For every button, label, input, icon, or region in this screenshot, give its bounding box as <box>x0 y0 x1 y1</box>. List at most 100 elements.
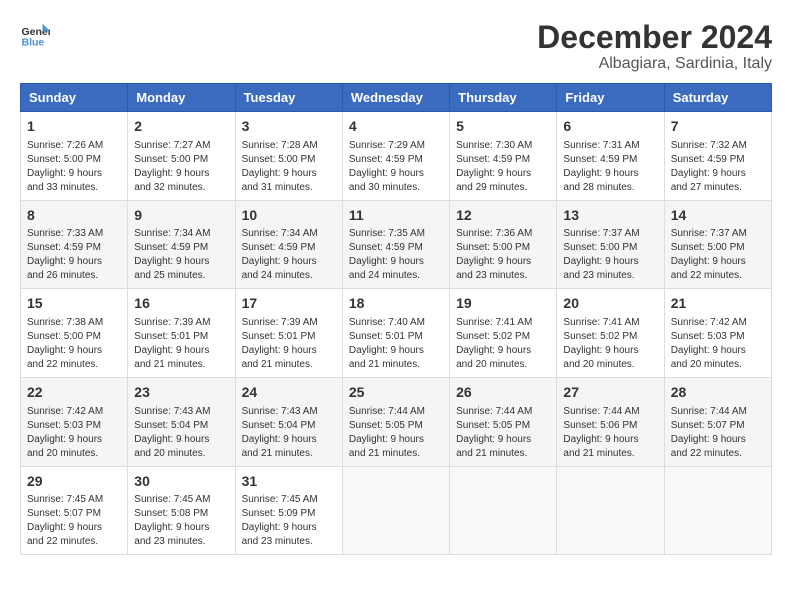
day-info: Sunrise: 7:41 AMSunset: 5:02 PMDaylight:… <box>563 317 639 370</box>
day-number: 12 <box>456 206 550 226</box>
day-info: Sunrise: 7:44 AMSunset: 5:07 PMDaylight:… <box>671 406 747 459</box>
day-number: 9 <box>134 206 228 226</box>
day-info: Sunrise: 7:37 AMSunset: 5:00 PMDaylight:… <box>671 228 747 281</box>
calendar-table: SundayMondayTuesdayWednesdayThursdayFrid… <box>20 83 772 555</box>
day-number: 5 <box>456 117 550 137</box>
day-info: Sunrise: 7:26 AMSunset: 5:00 PMDaylight:… <box>27 140 103 193</box>
day-cell: 4Sunrise: 7:29 AMSunset: 4:59 PMDaylight… <box>342 112 449 201</box>
day-cell <box>557 466 664 555</box>
day-info: Sunrise: 7:43 AMSunset: 5:04 PMDaylight:… <box>242 406 318 459</box>
day-info: Sunrise: 7:32 AMSunset: 4:59 PMDaylight:… <box>671 140 747 193</box>
day-info: Sunrise: 7:38 AMSunset: 5:00 PMDaylight:… <box>27 317 103 370</box>
day-info: Sunrise: 7:45 AMSunset: 5:08 PMDaylight:… <box>134 494 210 547</box>
day-info: Sunrise: 7:41 AMSunset: 5:02 PMDaylight:… <box>456 317 532 370</box>
day-number: 27 <box>563 383 657 403</box>
day-info: Sunrise: 7:31 AMSunset: 4:59 PMDaylight:… <box>563 140 639 193</box>
weekday-friday: Friday <box>557 84 664 112</box>
day-cell: 26 Sunrise: 7:44 AMSunset: 5:05 PMDayligh… <box>450 377 557 466</box>
day-info: Sunrise: 7:44 AMSunset: 5:05 PMDaylight:… <box>349 406 425 459</box>
week-row-4: 22 Sunrise: 7:42 AMSunset: 5:03 PMDayligh… <box>21 377 772 466</box>
day-info: Sunrise: 7:42 AMSunset: 5:03 PMDaylight:… <box>27 406 103 459</box>
week-row-1: 1Sunrise: 7:26 AMSunset: 5:00 PMDaylight… <box>21 112 772 201</box>
day-number: 29 <box>27 472 121 492</box>
day-info: Sunrise: 7:34 AMSunset: 4:59 PMDaylight:… <box>134 228 210 281</box>
day-number: 10 <box>242 206 336 226</box>
day-cell: 19 Sunrise: 7:41 AMSunset: 5:02 PMDayligh… <box>450 289 557 378</box>
weekday-wednesday: Wednesday <box>342 84 449 112</box>
day-cell: 21 Sunrise: 7:42 AMSunset: 5:03 PMDayligh… <box>664 289 771 378</box>
day-number: 24 <box>242 383 336 403</box>
day-cell: 27Sunrise: 7:44 AMSunset: 5:06 PMDayligh… <box>557 377 664 466</box>
day-info: Sunrise: 7:37 AMSunset: 5:00 PMDaylight:… <box>563 228 639 281</box>
day-number: 3 <box>242 117 336 137</box>
day-cell <box>450 466 557 555</box>
day-number: 6 <box>563 117 657 137</box>
day-cell: 18 Sunrise: 7:40 AMSunset: 5:01 PMDayligh… <box>342 289 449 378</box>
day-cell: 20 Sunrise: 7:41 AMSunset: 5:02 PMDayligh… <box>557 289 664 378</box>
location: Albagiara, Sardinia, Italy <box>537 55 772 73</box>
weekday-header-row: SundayMondayTuesdayWednesdayThursdayFrid… <box>21 84 772 112</box>
day-info: Sunrise: 7:44 AMSunset: 5:05 PMDaylight:… <box>456 406 532 459</box>
day-info: Sunrise: 7:43 AMSunset: 5:04 PMDaylight:… <box>134 406 210 459</box>
day-info: Sunrise: 7:39 AMSunset: 5:01 PMDaylight:… <box>134 317 210 370</box>
day-number: 20 <box>563 294 657 314</box>
day-cell: 14Sunrise: 7:37 AMSunset: 5:00 PMDayligh… <box>664 200 771 289</box>
weekday-monday: Monday <box>128 84 235 112</box>
day-cell: 29Sunrise: 7:45 AMSunset: 5:07 PMDayligh… <box>21 466 128 555</box>
day-number: 31 <box>242 472 336 492</box>
day-number: 25 <box>349 383 443 403</box>
day-cell: 10Sunrise: 7:34 AMSunset: 4:59 PMDayligh… <box>235 200 342 289</box>
day-info: Sunrise: 7:34 AMSunset: 4:59 PMDaylight:… <box>242 228 318 281</box>
day-cell: 6 Sunrise: 7:31 AMSunset: 4:59 PMDaylight… <box>557 112 664 201</box>
day-number: 30 <box>134 472 228 492</box>
day-cell: 9Sunrise: 7:34 AMSunset: 4:59 PMDaylight… <box>128 200 235 289</box>
svg-text:Blue: Blue <box>22 37 45 49</box>
day-cell: 2 Sunrise: 7:27 AMSunset: 5:00 PMDaylight… <box>128 112 235 201</box>
day-cell: 16 Sunrise: 7:39 AMSunset: 5:01 PMDayligh… <box>128 289 235 378</box>
day-cell: 7 Sunrise: 7:32 AMSunset: 4:59 PMDaylight… <box>664 112 771 201</box>
day-cell: 5 Sunrise: 7:30 AMSunset: 4:59 PMDaylight… <box>450 112 557 201</box>
day-cell: 3Sunrise: 7:28 AMSunset: 5:00 PMDaylight… <box>235 112 342 201</box>
day-cell: 17Sunrise: 7:39 AMSunset: 5:01 PMDayligh… <box>235 289 342 378</box>
day-cell: 8Sunrise: 7:33 AMSunset: 4:59 PMDaylight… <box>21 200 128 289</box>
day-number: 11 <box>349 206 443 226</box>
weekday-thursday: Thursday <box>450 84 557 112</box>
day-info: Sunrise: 7:29 AMSunset: 4:59 PMDaylight:… <box>349 140 425 193</box>
day-cell <box>664 466 771 555</box>
day-cell: 23 Sunrise: 7:43 AMSunset: 5:04 PMDayligh… <box>128 377 235 466</box>
week-row-2: 8Sunrise: 7:33 AMSunset: 4:59 PMDaylight… <box>21 200 772 289</box>
day-number: 16 <box>134 294 228 314</box>
day-number: 22 <box>27 383 121 403</box>
day-number: 28 <box>671 383 765 403</box>
day-info: Sunrise: 7:27 AMSunset: 5:00 PMDaylight:… <box>134 140 210 193</box>
day-number: 23 <box>134 383 228 403</box>
day-info: Sunrise: 7:30 AMSunset: 4:59 PMDaylight:… <box>456 140 532 193</box>
calendar-body: 1Sunrise: 7:26 AMSunset: 5:00 PMDaylight… <box>21 112 772 555</box>
day-info: Sunrise: 7:42 AMSunset: 5:03 PMDaylight:… <box>671 317 747 370</box>
week-row-3: 15 Sunrise: 7:38 AMSunset: 5:00 PMDayligh… <box>21 289 772 378</box>
day-number: 2 <box>134 117 228 137</box>
day-cell: 24 Sunrise: 7:43 AMSunset: 5:04 PMDayligh… <box>235 377 342 466</box>
day-number: 14 <box>671 206 765 226</box>
day-number: 21 <box>671 294 765 314</box>
day-number: 15 <box>27 294 121 314</box>
day-info: Sunrise: 7:40 AMSunset: 5:01 PMDaylight:… <box>349 317 425 370</box>
day-cell: 25 Sunrise: 7:44 AMSunset: 5:05 PMDayligh… <box>342 377 449 466</box>
title-block: December 2024 Albagiara, Sardinia, Italy <box>537 20 772 73</box>
day-info: Sunrise: 7:35 AMSunset: 4:59 PMDaylight:… <box>349 228 425 281</box>
day-cell: 15 Sunrise: 7:38 AMSunset: 5:00 PMDayligh… <box>21 289 128 378</box>
day-cell: 30Sunrise: 7:45 AMSunset: 5:08 PMDayligh… <box>128 466 235 555</box>
day-number: 13 <box>563 206 657 226</box>
day-cell: 12Sunrise: 7:36 AMSunset: 5:00 PMDayligh… <box>450 200 557 289</box>
day-number: 7 <box>671 117 765 137</box>
day-cell: 13Sunrise: 7:37 AMSunset: 5:00 PMDayligh… <box>557 200 664 289</box>
day-number: 18 <box>349 294 443 314</box>
day-info: Sunrise: 7:45 AMSunset: 5:07 PMDaylight:… <box>27 494 103 547</box>
day-number: 26 <box>456 383 550 403</box>
page-header: General Blue December 2024 Albagiara, Sa… <box>20 20 772 73</box>
day-number: 8 <box>27 206 121 226</box>
day-cell: 31Sunrise: 7:45 AMSunset: 5:09 PMDayligh… <box>235 466 342 555</box>
day-info: Sunrise: 7:39 AMSunset: 5:01 PMDaylight:… <box>242 317 318 370</box>
day-number: 19 <box>456 294 550 314</box>
weekday-tuesday: Tuesday <box>235 84 342 112</box>
